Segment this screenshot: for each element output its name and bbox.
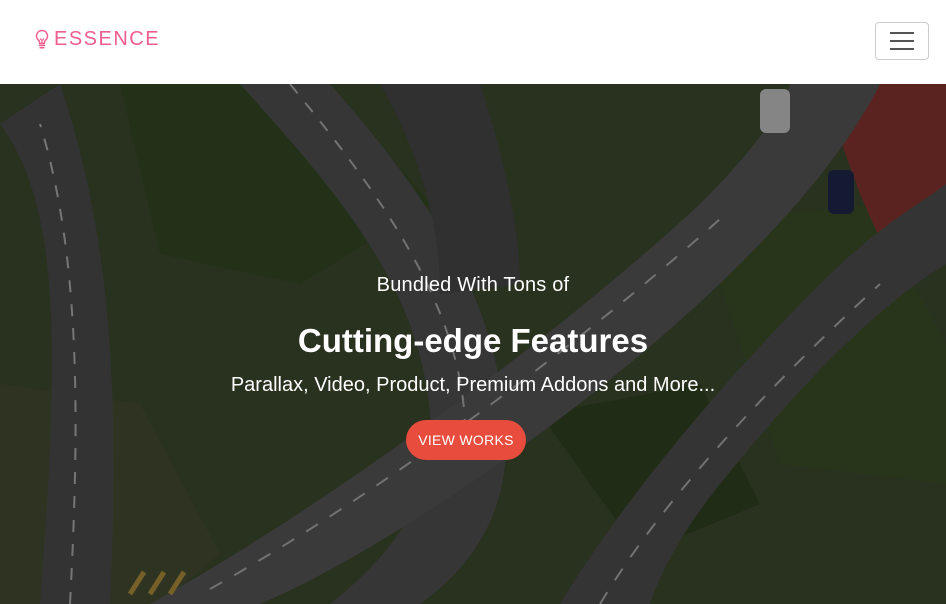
hero-subtitle: Parallax, Video, Product, Premium Addons… xyxy=(230,374,716,396)
view-works-button[interactable]: VIEW WORKS xyxy=(406,420,526,460)
hero-content: Bundled With Tons of Cutting-edge Featur… xyxy=(0,84,946,604)
navbar-toggle-button[interactable] xyxy=(875,22,929,60)
lightbulb-icon xyxy=(34,29,50,51)
hamburger-line xyxy=(890,32,914,34)
hero-section: Bundled With Tons of Cutting-edge Featur… xyxy=(0,84,946,604)
brand-name: ESSENCE xyxy=(54,28,161,50)
hero-pre-title: Bundled With Tons of xyxy=(376,274,570,296)
hamburger-line xyxy=(890,48,914,50)
brand-logo[interactable]: ESSENCE xyxy=(34,28,160,51)
hero-title: Cutting-edge Features xyxy=(297,322,649,359)
top-navbar: ESSENCE xyxy=(0,0,946,84)
hamburger-line xyxy=(890,40,914,42)
